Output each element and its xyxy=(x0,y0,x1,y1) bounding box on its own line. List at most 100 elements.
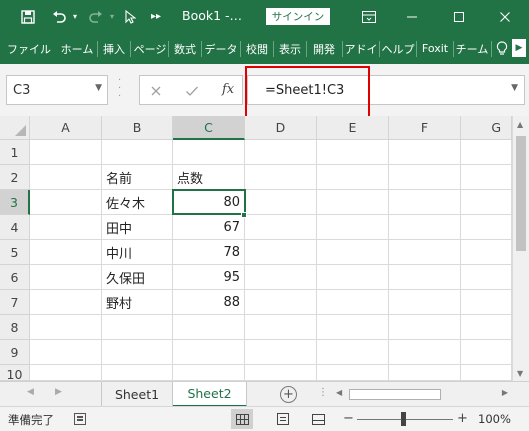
cell-f3[interactable] xyxy=(389,190,461,215)
cell-g9[interactable] xyxy=(461,340,512,365)
vertical-scroll-thumb[interactable] xyxy=(516,136,526,251)
cell-e7[interactable] xyxy=(317,290,389,315)
sheet-tab-sheet1[interactable]: Sheet1 xyxy=(101,382,173,407)
cell-a3[interactable] xyxy=(30,190,102,215)
cell-b3[interactable]: 佐々木 xyxy=(102,190,173,215)
cell-d9[interactable] xyxy=(245,340,317,365)
cell-e10[interactable] xyxy=(317,365,389,381)
cell-b6[interactable]: 久保田 xyxy=(102,265,173,290)
next-sheet-icon[interactable]: ▶ xyxy=(55,387,62,397)
cell-f2[interactable] xyxy=(389,165,461,190)
cell-d2[interactable] xyxy=(245,165,317,190)
cell-a4[interactable] xyxy=(30,215,102,240)
cell-g3[interactable] xyxy=(461,190,512,215)
cell-f7[interactable] xyxy=(389,290,461,315)
column-header-f[interactable]: F xyxy=(389,116,461,140)
horizontal-scrollbar[interactable]: ◀ ▶ xyxy=(334,386,510,403)
zoom-in-button[interactable]: + xyxy=(457,411,468,426)
cell-g2[interactable] xyxy=(461,165,512,190)
cell-c2[interactable]: 点数 xyxy=(173,165,245,190)
row-header-3[interactable]: 3 xyxy=(0,190,30,215)
cell-b7[interactable]: 野村 xyxy=(102,290,173,315)
cell-b5[interactable]: 中川 xyxy=(102,240,173,265)
cell-a9[interactable] xyxy=(30,340,102,365)
macro-recording-icon[interactable] xyxy=(74,413,86,425)
cell-g7[interactable] xyxy=(461,290,512,315)
cell-g10[interactable] xyxy=(461,365,512,381)
sign-in-button[interactable]: サインイン xyxy=(266,8,330,25)
cell-a1[interactable] xyxy=(30,140,102,165)
page-break-view-button[interactable] xyxy=(307,409,329,429)
column-header-d[interactable]: D xyxy=(245,116,317,140)
cell-f10[interactable] xyxy=(389,365,461,381)
chevron-down-icon[interactable]: ▼ xyxy=(511,83,518,93)
resize-handle-icon[interactable]: · · · xyxy=(118,76,121,102)
cell-a2[interactable] xyxy=(30,165,102,190)
ribbon-display-icon[interactable] xyxy=(359,0,379,33)
tab-review[interactable]: 校閲 xyxy=(242,33,272,64)
cell-e2[interactable] xyxy=(317,165,389,190)
cell-g5[interactable] xyxy=(461,240,512,265)
cell-c9[interactable] xyxy=(173,340,245,365)
column-header-g[interactable]: G xyxy=(461,116,512,140)
chevron-down-icon[interactable]: ▼ xyxy=(95,83,102,93)
tab-split-handle-icon[interactable]: ⋮ xyxy=(318,387,328,398)
cell-f5[interactable] xyxy=(389,240,461,265)
cell-b4[interactable]: 田中 xyxy=(102,215,173,240)
row-header-2[interactable]: 2 xyxy=(0,165,30,190)
tab-foxit[interactable]: Foxit xyxy=(418,33,452,64)
zoom-slider-thumb[interactable] xyxy=(401,412,406,426)
tab-team[interactable]: チーム xyxy=(454,33,490,64)
tab-developer[interactable]: 開発 xyxy=(308,33,340,64)
tab-view[interactable]: 表示 xyxy=(275,33,305,64)
column-header-b[interactable]: B xyxy=(102,116,173,140)
cell-g1[interactable] xyxy=(461,140,512,165)
pointer-icon[interactable] xyxy=(121,0,139,33)
add-sheet-icon[interactable]: + xyxy=(280,386,297,403)
row-header-4[interactable]: 4 xyxy=(0,215,30,240)
cell-c4[interactable]: 67 xyxy=(173,215,245,240)
cell-f6[interactable] xyxy=(389,265,461,290)
cell-c8[interactable] xyxy=(173,315,245,340)
cell-e3[interactable] xyxy=(317,190,389,215)
tab-insert[interactable]: 挿入 xyxy=(99,33,129,64)
vertical-scrollbar[interactable]: ▲ ▼ xyxy=(512,116,529,381)
cell-d5[interactable] xyxy=(245,240,317,265)
row-header-9[interactable]: 9 xyxy=(0,340,30,365)
cell-c3[interactable]: 80 xyxy=(173,190,245,215)
cell-c1[interactable] xyxy=(173,140,245,165)
row-header-7[interactable]: 7 xyxy=(0,290,30,315)
name-box[interactable]: C3 ▼ xyxy=(6,75,108,105)
save-icon[interactable] xyxy=(16,0,40,33)
close-icon[interactable] xyxy=(495,0,515,33)
cancel-icon[interactable] xyxy=(150,81,162,101)
row-header-10[interactable]: 10 xyxy=(0,365,30,381)
row-header-1[interactable]: 1 xyxy=(0,140,30,165)
cell-c6[interactable]: 95 xyxy=(173,265,245,290)
ribbon-scroll-right-icon[interactable]: ▶ xyxy=(512,39,526,57)
fill-handle[interactable] xyxy=(241,212,247,218)
cell-b1[interactable] xyxy=(102,140,173,165)
cell-a5[interactable] xyxy=(30,240,102,265)
cell-d4[interactable] xyxy=(245,215,317,240)
sheet-tab-sheet2[interactable]: Sheet2 xyxy=(173,382,247,407)
cell-a8[interactable] xyxy=(30,315,102,340)
cell-c10[interactable] xyxy=(173,365,245,381)
scroll-left-icon[interactable]: ◀ xyxy=(336,388,342,397)
scroll-right-icon[interactable]: ▶ xyxy=(502,388,508,397)
page-layout-view-button[interactable] xyxy=(272,409,294,429)
cell-a10[interactable] xyxy=(30,365,102,381)
cell-b2[interactable]: 名前 xyxy=(102,165,173,190)
tab-formulas[interactable]: 数式 xyxy=(170,33,200,64)
cell-e9[interactable] xyxy=(317,340,389,365)
tab-home[interactable]: ホーム xyxy=(58,33,96,64)
cell-f1[interactable] xyxy=(389,140,461,165)
cell-e6[interactable] xyxy=(317,265,389,290)
lightbulb-icon[interactable] xyxy=(493,33,511,64)
tab-data[interactable]: データ xyxy=(203,33,239,64)
column-header-a[interactable]: A xyxy=(30,116,102,140)
more-commands-icon[interactable]: ▸▸ xyxy=(147,0,165,33)
normal-view-button[interactable] xyxy=(231,409,253,429)
cell-d3[interactable] xyxy=(245,190,317,215)
cell-a7[interactable] xyxy=(30,290,102,315)
